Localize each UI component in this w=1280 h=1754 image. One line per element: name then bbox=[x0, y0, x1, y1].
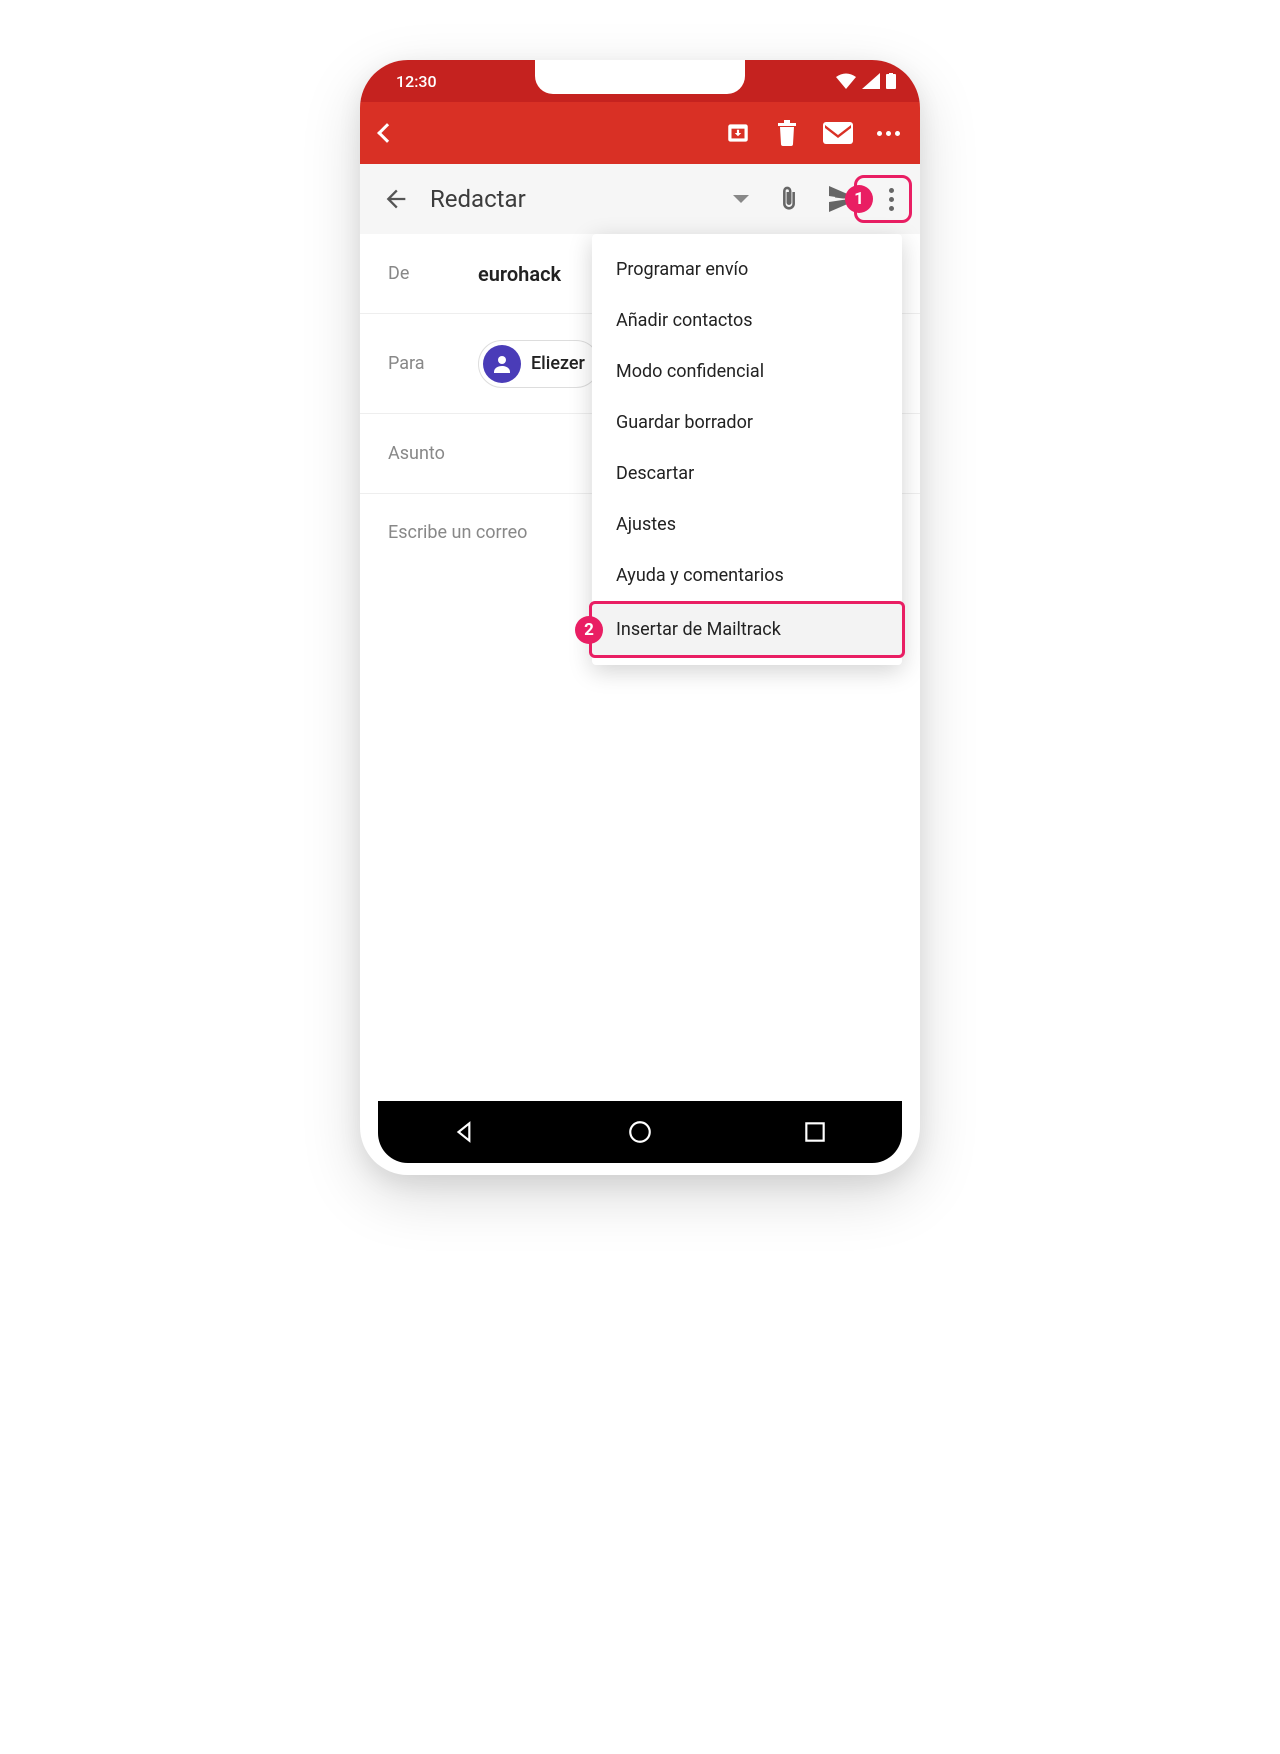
more-icon[interactable] bbox=[877, 131, 900, 136]
chevron-left-icon bbox=[377, 123, 397, 143]
menu-help-feedback[interactable]: Ayuda y comentarios bbox=[592, 550, 902, 601]
compose-back-button[interactable] bbox=[382, 185, 410, 213]
from-value: eurohack bbox=[478, 262, 561, 286]
phone-frame: 12:30 Redactar bbox=[360, 60, 920, 1175]
menu-item-label: Insertar de Mailtrack bbox=[616, 619, 781, 640]
menu-settings[interactable]: Ajustes bbox=[592, 499, 902, 550]
recipient-name: Eliezer bbox=[531, 353, 585, 374]
status-bar: 12:30 bbox=[360, 60, 920, 102]
battery-icon bbox=[886, 73, 896, 89]
mail-icon[interactable] bbox=[823, 122, 853, 144]
compose-title: Redactar bbox=[430, 185, 713, 213]
cellular-icon bbox=[862, 73, 880, 89]
archive-icon[interactable] bbox=[725, 120, 751, 146]
wifi-icon bbox=[836, 73, 856, 89]
notch bbox=[535, 60, 745, 94]
nav-back-icon[interactable] bbox=[452, 1119, 478, 1145]
kebab-dot-icon bbox=[889, 188, 894, 193]
status-time: 12:30 bbox=[396, 72, 437, 91]
attachment-icon[interactable] bbox=[775, 185, 803, 213]
nav-home-icon[interactable] bbox=[627, 1119, 653, 1145]
from-label: De bbox=[388, 263, 478, 284]
compose-content: De eurohack Para Eliezer Asunto Escribe … bbox=[360, 234, 920, 571]
callout-badge-1: 1 bbox=[845, 185, 873, 213]
body-placeholder: Escribe un correo bbox=[388, 522, 527, 543]
delete-icon[interactable] bbox=[775, 120, 799, 146]
app-toolbar bbox=[360, 102, 920, 164]
compose-overflow-menu: Programar envío Añadir contactos Modo co… bbox=[592, 234, 902, 665]
recipient-chip[interactable]: Eliezer bbox=[478, 340, 600, 388]
kebab-dot-icon bbox=[889, 197, 894, 202]
menu-discard[interactable]: Descartar bbox=[592, 448, 902, 499]
back-button[interactable] bbox=[380, 126, 394, 140]
compose-bar: Redactar 1 bbox=[360, 164, 920, 234]
menu-schedule-send[interactable]: Programar envío bbox=[592, 244, 902, 295]
kebab-dot-icon bbox=[889, 206, 894, 211]
menu-confidential-mode[interactable]: Modo confidencial bbox=[592, 346, 902, 397]
callout-badge-2: 2 bbox=[575, 616, 603, 644]
avatar bbox=[483, 345, 521, 383]
arrow-left-icon bbox=[382, 185, 410, 213]
menu-add-contacts[interactable]: Añadir contactos bbox=[592, 295, 902, 346]
status-icons bbox=[836, 73, 896, 89]
compose-more-button[interactable] bbox=[885, 184, 898, 215]
android-nav-bar bbox=[378, 1101, 902, 1163]
menu-insert-mailtrack[interactable]: Insertar de Mailtrack 2 bbox=[589, 601, 905, 658]
subject-label: Asunto bbox=[388, 443, 478, 464]
to-label: Para bbox=[388, 353, 478, 374]
person-icon bbox=[490, 352, 514, 376]
from-dropdown-icon[interactable] bbox=[733, 195, 749, 203]
nav-recent-icon[interactable] bbox=[802, 1119, 828, 1145]
menu-save-draft[interactable]: Guardar borrador bbox=[592, 397, 902, 448]
